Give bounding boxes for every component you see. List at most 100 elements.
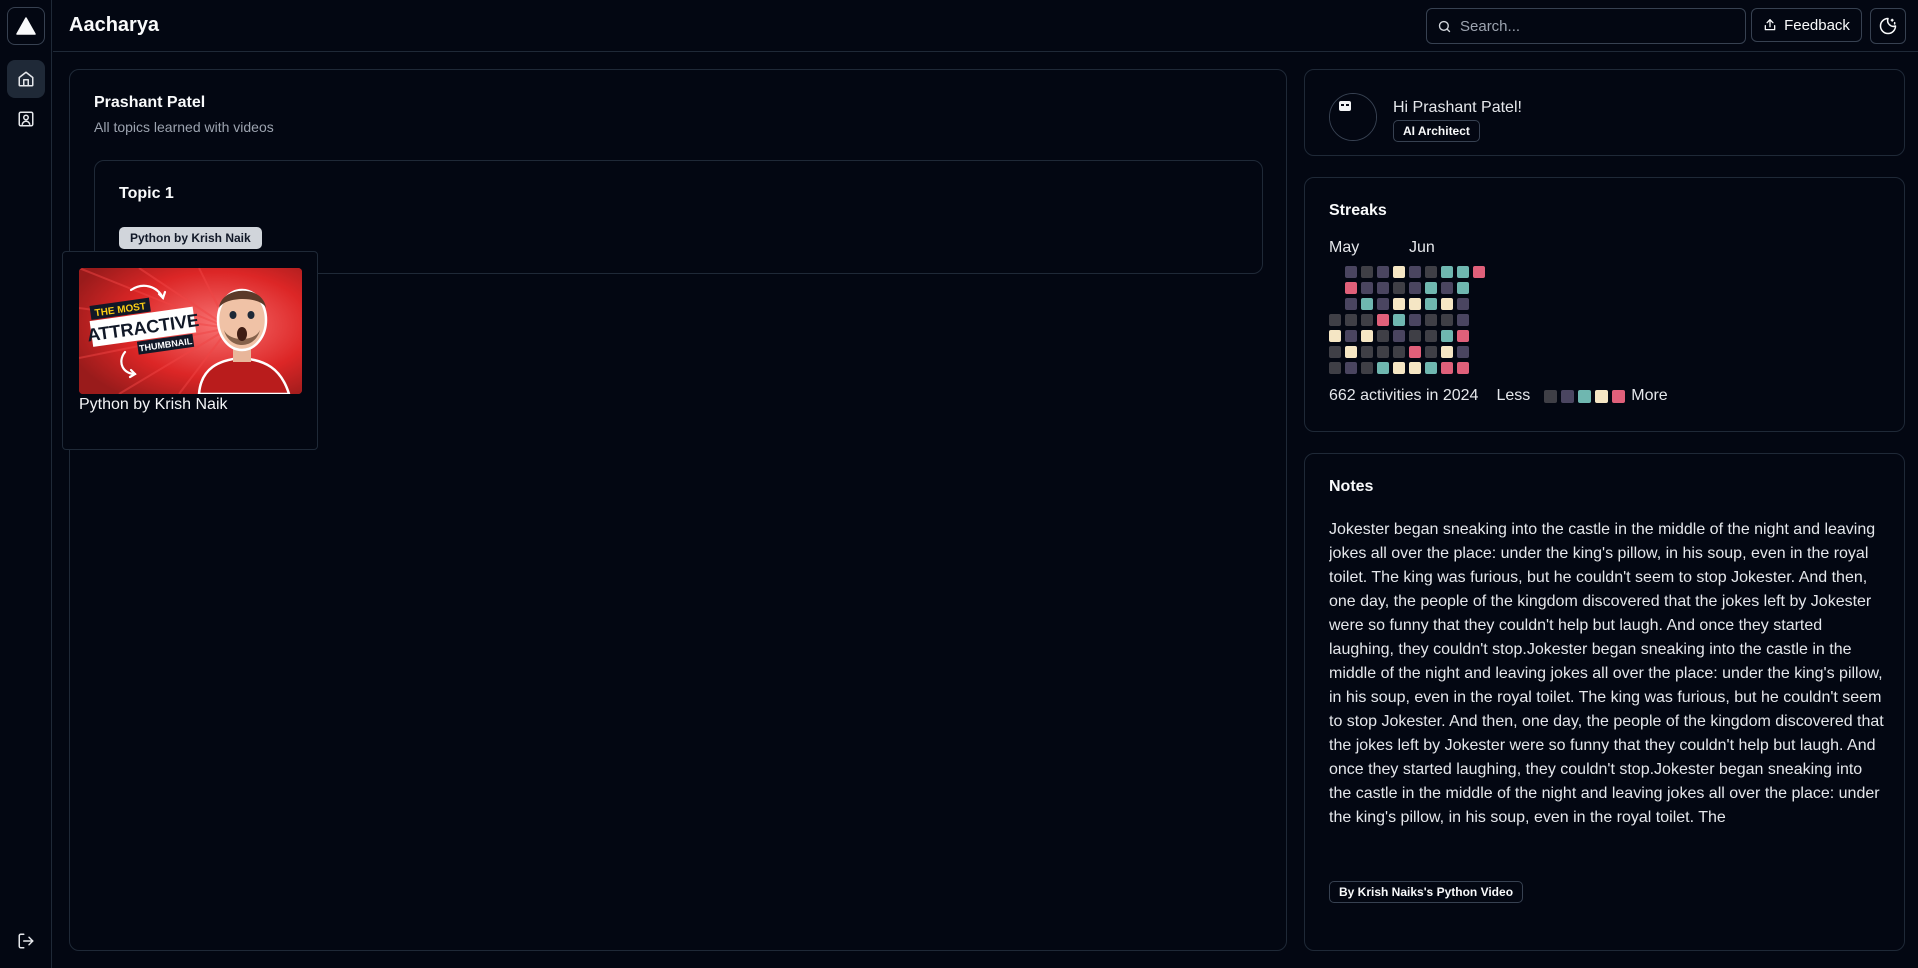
top-header: Aacharya Feedback (53, 0, 1918, 52)
heatmap-cell[interactable] (1393, 282, 1405, 294)
heatmap-cell[interactable] (1441, 362, 1453, 374)
heatmap-cell[interactable] (1409, 330, 1421, 342)
video-chip[interactable]: Python by Krish Naik (119, 227, 262, 249)
heatmap-cell[interactable] (1393, 330, 1405, 342)
heatmap-cell[interactable] (1409, 298, 1421, 310)
search-box[interactable] (1426, 8, 1746, 44)
heatmap-cell[interactable] (1377, 266, 1389, 278)
notes-source-chip[interactable]: By Krish Naiks's Python Video (1329, 881, 1524, 903)
heatmap-cell[interactable] (1441, 282, 1453, 294)
logout-icon (18, 933, 34, 949)
heatmap-cell[interactable] (1345, 314, 1357, 326)
heatmap-cell[interactable] (1425, 314, 1437, 326)
legend-swatch (1561, 389, 1575, 403)
heatmap-cell[interactable] (1345, 298, 1357, 310)
notes-card: Notes Jokester began sneaking into the c… (1304, 453, 1905, 951)
heatmap-cell[interactable] (1457, 330, 1469, 342)
avatar (1329, 93, 1377, 141)
heatmap-cell[interactable] (1441, 346, 1453, 358)
heatmap-cell[interactable] (1425, 330, 1437, 342)
heatmap-cell[interactable] (1457, 266, 1469, 278)
heatmap-cell[interactable] (1457, 362, 1469, 374)
heatmap-cell[interactable] (1377, 298, 1389, 310)
month-label-jun: Jun (1409, 239, 1435, 256)
heatmap-cell[interactable] (1345, 266, 1357, 278)
contact-card-icon (18, 111, 34, 127)
sidebar-item-profile[interactable] (7, 100, 45, 138)
heatmap-cell[interactable] (1345, 330, 1357, 342)
heatmap-cell[interactable] (1441, 330, 1453, 342)
logout-button[interactable] (7, 922, 45, 960)
heatmap-cell[interactable] (1393, 362, 1405, 374)
heatmap-cell[interactable] (1425, 362, 1437, 374)
heat-legend (1544, 389, 1629, 403)
activity-heatmap (1329, 266, 1485, 374)
heatmap-cell[interactable] (1441, 266, 1453, 278)
heatmap-cell[interactable] (1425, 298, 1437, 310)
heatmap-cell[interactable] (1409, 362, 1421, 374)
video-thumbnail[interactable]: THE MOST ATTRACTIVE THUMBNAIL (79, 268, 302, 394)
heatmap-cell[interactable] (1409, 314, 1421, 326)
page-title: Prashant Patel (94, 94, 206, 111)
heatmap-cell[interactable] (1409, 346, 1421, 358)
heatmap-cell[interactable] (1425, 346, 1437, 358)
heatmap-cell[interactable] (1457, 314, 1469, 326)
heatmap-cell[interactable] (1361, 282, 1373, 294)
legend-swatch (1578, 389, 1592, 403)
notes-body: Jokester began sneaking into the castle … (1329, 521, 1884, 826)
legend-swatch (1595, 389, 1609, 403)
greeting: Hi Prashant Patel! (1393, 99, 1522, 116)
heatmap-cell[interactable] (1361, 346, 1373, 358)
heatmap-cell[interactable] (1345, 362, 1357, 374)
heatmap-cell[interactable] (1361, 362, 1373, 374)
heatmap-cell[interactable] (1441, 298, 1453, 310)
heatmap-cell[interactable] (1329, 330, 1341, 342)
theme-toggle-button[interactable] (1870, 8, 1906, 44)
logo-button[interactable] (7, 7, 45, 45)
heatmap-cell[interactable] (1377, 314, 1389, 326)
streaks-title: Streaks (1329, 202, 1387, 219)
app-title: Aacharya (69, 14, 160, 36)
heatmap-cell[interactable] (1457, 282, 1469, 294)
heatmap-cell[interactable] (1361, 314, 1373, 326)
heatmap-cell[interactable] (1393, 266, 1405, 278)
heatmap-cell[interactable] (1377, 346, 1389, 358)
heatmap-cell[interactable] (1377, 282, 1389, 294)
heatmap-cell[interactable] (1457, 298, 1469, 310)
heatmap-cell[interactable] (1361, 298, 1373, 310)
sidebar (0, 0, 52, 968)
streaks-card: Streaks May Jun 662 activities in 2024 L… (1304, 177, 1905, 432)
home-icon (18, 71, 34, 87)
heatmap-cell[interactable] (1441, 314, 1453, 326)
heatmap-cell[interactable] (1345, 346, 1357, 358)
heatmap-cell[interactable] (1393, 346, 1405, 358)
heatmap-cell[interactable] (1361, 266, 1373, 278)
role-badge: AI Architect (1393, 120, 1480, 142)
sidebar-item-home[interactable] (7, 60, 45, 98)
triangle-logo-icon (16, 17, 36, 35)
heatmap-cell[interactable] (1409, 266, 1421, 278)
video-caption: Python by Krish Naik (79, 396, 228, 413)
page-subtitle: All topics learned with videos (94, 119, 274, 135)
heatmap-cell[interactable] (1393, 314, 1405, 326)
heatmap-cell[interactable] (1425, 266, 1437, 278)
heatmap-cell[interactable] (1473, 266, 1485, 278)
heatmap-cell[interactable] (1345, 282, 1357, 294)
feedback-button[interactable]: Feedback (1751, 8, 1862, 42)
heatmap-cell[interactable] (1409, 282, 1421, 294)
legend-swatch (1612, 389, 1626, 403)
heatmap-cell[interactable] (1329, 362, 1341, 374)
heatmap-cell[interactable] (1425, 282, 1437, 294)
heatmap-cell[interactable] (1393, 298, 1405, 310)
heatmap-cell[interactable] (1329, 346, 1341, 358)
search-input[interactable] (1460, 17, 1730, 35)
video-hover-card[interactable]: THE MOST ATTRACTIVE THUMBNAIL Python by … (62, 251, 318, 450)
profile-card: Hi Prashant Patel! AI Architect (1304, 69, 1905, 156)
heatmap-cell[interactable] (1377, 330, 1389, 342)
heatmap-cell[interactable] (1457, 346, 1469, 358)
notes-title: Notes (1329, 478, 1374, 495)
heatmap-cell[interactable] (1329, 314, 1341, 326)
month-label-may: May (1329, 239, 1360, 256)
heatmap-cell[interactable] (1361, 330, 1373, 342)
heatmap-cell[interactable] (1377, 362, 1389, 374)
